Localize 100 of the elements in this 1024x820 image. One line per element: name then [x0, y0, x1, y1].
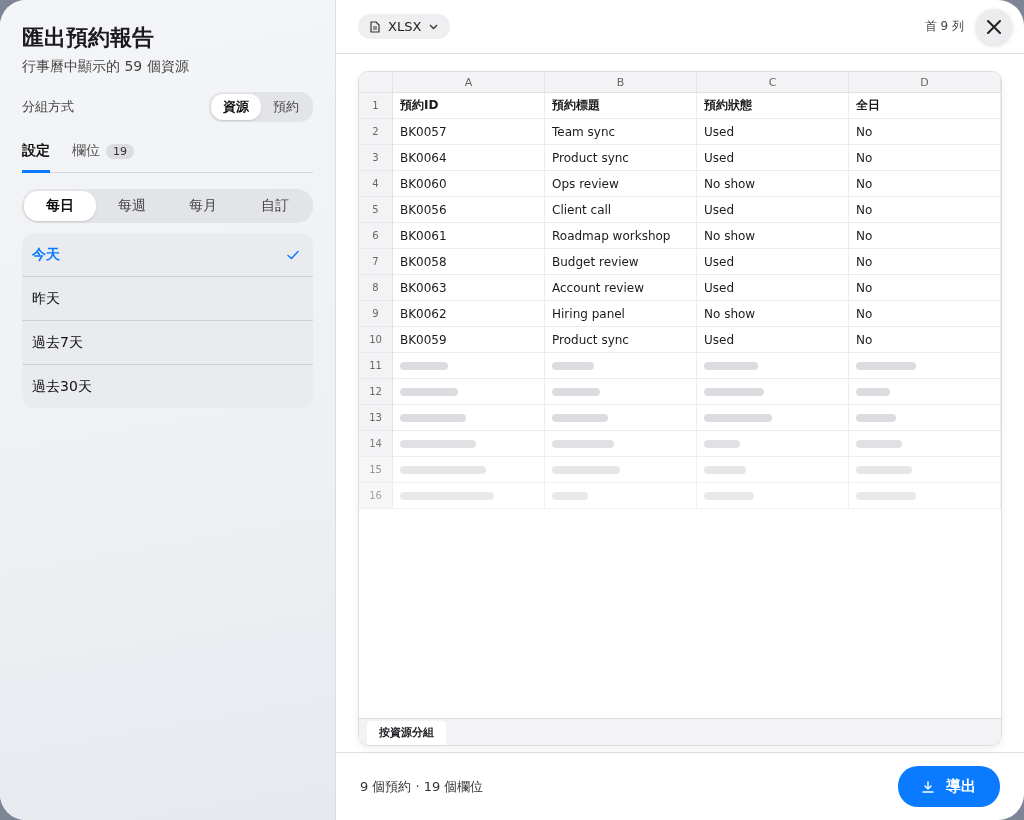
placeholder-bar	[856, 413, 896, 422]
table-cell: Used	[704, 254, 735, 269]
period-option[interactable]: 每日	[24, 191, 96, 221]
table-cell: BK0060	[400, 176, 447, 191]
table-cell: No	[856, 150, 873, 165]
table-cell: No show	[704, 228, 756, 243]
table-cell: Used	[704, 124, 735, 139]
table-cell: Budget review	[552, 254, 639, 269]
placeholder-bar	[704, 465, 746, 474]
row-number: 8	[372, 282, 379, 293]
file-icon	[370, 20, 380, 33]
row-number: 7	[372, 256, 379, 267]
table-cell: Used	[704, 332, 735, 347]
table-cell: BK0061	[400, 228, 447, 243]
tab[interactable]: 設定	[22, 136, 50, 173]
placeholder-bar	[704, 413, 772, 422]
placeholder-bar	[400, 361, 448, 370]
dialog-title: 匯出預約報告	[22, 24, 155, 52]
table-cell: No	[856, 202, 873, 217]
column-header: A	[464, 75, 473, 89]
count-badge: 19	[106, 143, 134, 159]
row-number: 6	[372, 230, 379, 241]
table-cell: 預約標題	[552, 97, 600, 114]
checkmark-icon	[287, 249, 299, 260]
row-number: 11	[369, 360, 382, 371]
column-header: D	[920, 75, 929, 89]
table-cell: 預約ID	[400, 97, 439, 114]
row-number: 5	[372, 204, 379, 215]
table-cell: BK0064	[400, 150, 447, 165]
placeholder-bar	[704, 387, 764, 396]
close-button[interactable]	[976, 8, 1012, 45]
table-cell: Client call	[552, 202, 612, 217]
table-cell: No	[856, 176, 873, 191]
placeholder-bar	[856, 465, 912, 474]
range-option[interactable]: 昨天	[22, 276, 313, 320]
table-cell: BK0058	[400, 254, 447, 269]
format-dropdown[interactable]: XLSX	[358, 14, 451, 39]
range-option[interactable]: 過去30天	[22, 364, 313, 408]
placeholder-bar	[552, 465, 620, 474]
column-header: C	[768, 75, 777, 89]
period-option[interactable]: 每月	[167, 191, 240, 221]
range-option[interactable]: 過去7天	[22, 320, 313, 364]
table-cell: No	[856, 228, 873, 243]
export-button[interactable]: 導出	[898, 766, 1000, 807]
table-cell: Hiring panel	[552, 306, 625, 321]
caret-icon	[429, 23, 439, 30]
column-header: B	[616, 75, 625, 89]
row-number: 16	[369, 490, 382, 501]
table-cell: No	[856, 332, 873, 347]
row-number: 4	[372, 178, 379, 189]
placeholder-bar	[552, 387, 600, 396]
table-cell: 預約狀態	[704, 97, 752, 114]
row-number: 3	[372, 152, 379, 163]
group-by-option[interactable]: 預約	[261, 94, 311, 120]
table-cell: No show	[704, 306, 756, 321]
placeholder-bar	[552, 361, 594, 370]
row-number: 13	[369, 412, 382, 423]
group-by-option[interactable]: 資源	[211, 94, 261, 120]
placeholder-bar	[400, 387, 458, 396]
table-cell: No	[856, 254, 873, 269]
row-number: 14	[369, 438, 382, 449]
placeholder-bar	[400, 413, 466, 422]
tab[interactable]: 欄位 19	[72, 136, 134, 173]
sheet-tab[interactable]: 按資源分組	[367, 721, 446, 745]
row-number: 2	[372, 126, 379, 137]
placeholder-bar	[856, 387, 890, 396]
table-cell: Ops review	[552, 176, 619, 191]
row-number: 10	[369, 334, 382, 345]
table-cell: 全日	[856, 97, 880, 114]
preview-note: 首 9 列	[924, 18, 964, 35]
table-cell: Used	[704, 150, 735, 165]
placeholder-bar	[704, 361, 758, 370]
download-icon	[922, 780, 934, 793]
table-cell: Team sync	[552, 124, 616, 139]
subtitle: 行事曆中顯示的 59 個資源	[22, 58, 190, 76]
row-number: 1	[372, 100, 379, 111]
table-cell: BK0059	[400, 332, 447, 347]
group-by-label: 分組方式	[22, 98, 74, 116]
close-icon	[987, 19, 1001, 34]
table-cell: Product sync	[552, 332, 629, 347]
period-option[interactable]: 每週	[95, 191, 168, 221]
placeholder-bar	[856, 439, 902, 448]
placeholder-bar	[552, 413, 608, 422]
table-cell: Used	[704, 202, 735, 217]
table-cell: BK0062	[400, 306, 447, 321]
placeholder-bar	[552, 439, 614, 448]
table-cell: No show	[704, 176, 756, 191]
placeholder-bar	[704, 439, 740, 448]
row-number: 15	[369, 464, 382, 475]
table-cell: Account review	[552, 280, 644, 295]
table-cell: No	[856, 280, 873, 295]
placeholder-bar	[856, 361, 916, 370]
period-option[interactable]: 自訂	[239, 191, 311, 221]
table-cell: BK0056	[400, 202, 447, 217]
row-number: 9	[372, 308, 379, 319]
table-cell: No	[856, 124, 873, 139]
table-cell: No	[856, 306, 873, 321]
table-cell: Roadmap workshop	[552, 228, 671, 243]
table-cell: Used	[704, 280, 735, 295]
table-cell: BK0063	[400, 280, 447, 295]
